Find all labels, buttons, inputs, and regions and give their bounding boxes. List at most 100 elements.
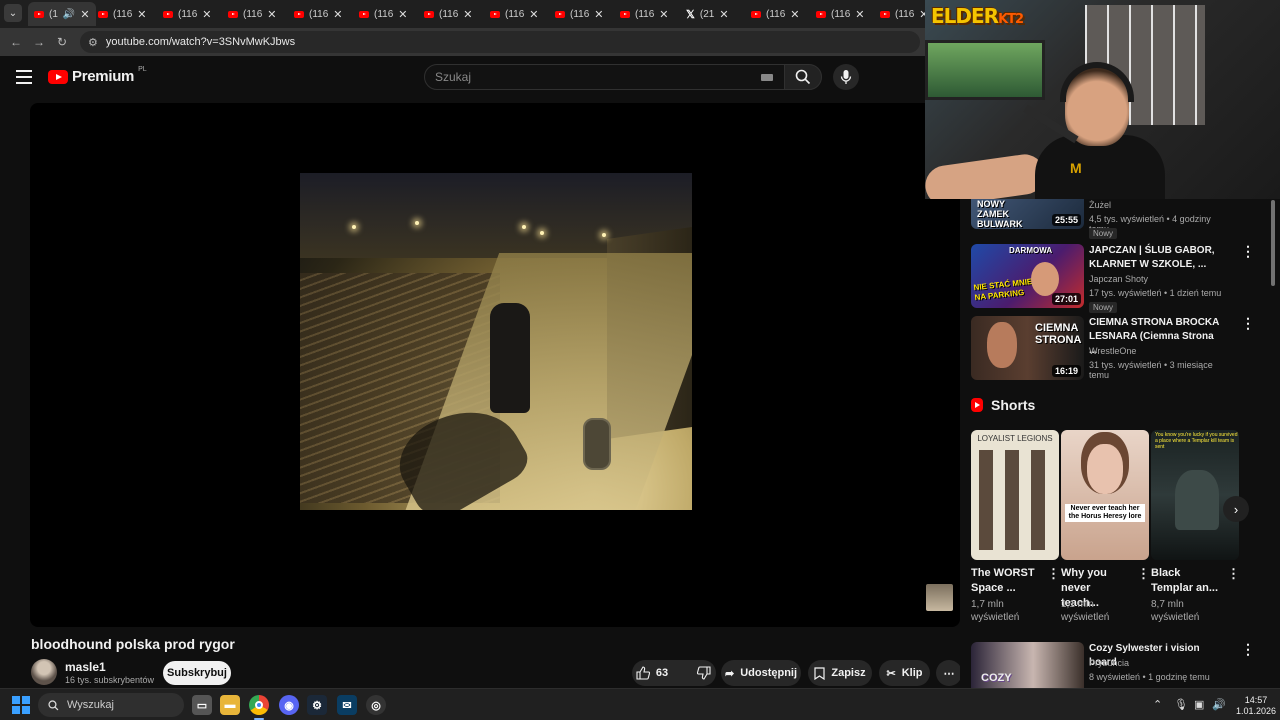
save-button[interactable]: Zapisz bbox=[808, 660, 872, 686]
video-thumbnail[interactable]: COZY bbox=[971, 642, 1084, 688]
site-info-icon[interactable]: ⚙ bbox=[88, 36, 98, 49]
thumbnail-face bbox=[1031, 262, 1059, 296]
more-vertical-icon[interactable]: ⋮ bbox=[1137, 567, 1150, 580]
discord-icon[interactable]: ◉ bbox=[279, 695, 299, 715]
close-tab-icon[interactable]: ✕ bbox=[790, 8, 799, 21]
video-meta: 8 wyświetleń • 1 godzinę temu bbox=[1089, 672, 1210, 682]
short-card[interactable]: You know you're lucky if you survived a … bbox=[1151, 430, 1240, 630]
more-vertical-icon[interactable]: ⋮ bbox=[1227, 567, 1240, 580]
short-title[interactable]: Black Templar an... bbox=[1151, 566, 1221, 596]
short-thumbnail[interactable]: Never ever teach her the Horus Heresy lo… bbox=[1061, 430, 1149, 560]
windows-start-icon[interactable] bbox=[12, 696, 30, 714]
close-tab-icon[interactable]: ✕ bbox=[594, 8, 603, 21]
chevron-up-icon[interactable]: ⌃ bbox=[1153, 698, 1162, 711]
voice-search-button[interactable] bbox=[833, 64, 859, 90]
mail-icon[interactable]: ✉ bbox=[337, 695, 357, 715]
browser-tab[interactable]: (116 ✕ bbox=[484, 2, 545, 26]
thumbnail-figures bbox=[1175, 470, 1219, 530]
video-thumbnail[interactable]: DARMOWA NIE STAĆ MNIE NA PARKING 27:01 bbox=[971, 244, 1084, 308]
close-tab-icon[interactable]: ✕ bbox=[855, 8, 864, 21]
keyboard-icon[interactable] bbox=[761, 74, 773, 81]
close-tab-icon[interactable]: ✕ bbox=[529, 8, 538, 21]
short-thumbnail[interactable]: LOYALIST LEGIONS bbox=[971, 430, 1059, 560]
steam-helper-icon[interactable]: ◎ bbox=[366, 695, 386, 715]
channel-name[interactable]: masle1 bbox=[65, 660, 106, 674]
list-item[interactable]: COZY Cozy Sylwester i vision board Prybu… bbox=[971, 642, 1255, 688]
video-title[interactable]: JAPCZAN | ŚLUB GABOR, KLARNET W SZKOLE, … bbox=[1089, 244, 1221, 272]
search-button[interactable] bbox=[784, 64, 822, 90]
browser-tab[interactable]: (116 ✕ bbox=[549, 2, 610, 26]
task-view-icon[interactable]: ▭ bbox=[192, 695, 212, 715]
clip-button[interactable]: ✂ Klip bbox=[879, 660, 930, 686]
menu-icon[interactable] bbox=[16, 70, 32, 84]
video-frame[interactable] bbox=[300, 173, 692, 510]
more-vertical-icon[interactable]: ⋮ bbox=[1241, 642, 1255, 661]
more-vertical-icon[interactable]: ⋮ bbox=[1241, 244, 1255, 263]
short-card[interactable]: Never ever teach her the Horus Heresy lo… bbox=[1061, 430, 1150, 630]
list-item[interactable]: DARMOWA NIE STAĆ MNIE NA PARKING 27:01 J… bbox=[971, 244, 1255, 314]
volume-icon[interactable]: 🔊 bbox=[1212, 698, 1226, 711]
youtube-icon bbox=[555, 10, 565, 18]
channel-watermark[interactable] bbox=[926, 584, 953, 611]
chevron-right-icon[interactable]: › bbox=[1223, 496, 1249, 522]
microphone-icon[interactable]: 🎙 bbox=[1174, 698, 1188, 711]
video-channel[interactable]: Japczan Shoty bbox=[1089, 274, 1148, 284]
browser-tab[interactable]: (116 ✕ bbox=[745, 2, 806, 26]
network-icon[interactable]: ▣ bbox=[1194, 698, 1204, 711]
browser-tab[interactable]: (116 ✕ bbox=[418, 2, 479, 26]
address-bar[interactable]: ⚙ youtube.com/watch?v=3SNvMwKJbws bbox=[80, 31, 920, 53]
browser-tab[interactable]: (116 ✕ bbox=[288, 2, 349, 26]
more-vertical-icon[interactable]: ⋮ bbox=[1047, 567, 1060, 580]
short-thumbnail[interactable]: You know you're lucky if you survived a … bbox=[1151, 430, 1239, 560]
browser-tab[interactable]: (1 🔊 ✕ bbox=[28, 2, 96, 26]
taskbar-search[interactable]: Wyszukaj bbox=[38, 693, 184, 717]
tab-title: (116 bbox=[635, 8, 655, 20]
close-tab-icon[interactable]: ✕ bbox=[398, 8, 407, 21]
steam-icon[interactable]: ⚙ bbox=[307, 695, 327, 715]
share-button[interactable]: ➦ Udostępnij bbox=[721, 660, 801, 686]
browser-tab[interactable]: (116 ✕ bbox=[353, 2, 414, 26]
search-input[interactable]: Szukaj bbox=[424, 64, 786, 90]
close-tab-icon[interactable]: ✕ bbox=[333, 8, 342, 21]
forward-icon[interactable]: → bbox=[31, 34, 47, 50]
browser-tab[interactable]: (116 ✕ bbox=[222, 2, 283, 26]
close-tab-icon[interactable]: ✕ bbox=[719, 8, 728, 21]
close-tab-icon[interactable]: ✕ bbox=[80, 8, 89, 21]
mute-icon[interactable]: 🔊 bbox=[63, 9, 75, 20]
close-tab-icon[interactable]: ✕ bbox=[659, 8, 668, 21]
scissors-icon: ✂ bbox=[886, 667, 896, 680]
tab-title: (116 bbox=[178, 8, 198, 20]
subscribe-button[interactable]: Subskrybuj bbox=[163, 661, 231, 685]
video-channel[interactable]: Żużel bbox=[1089, 200, 1111, 210]
reload-icon[interactable]: ↻ bbox=[54, 34, 70, 50]
back-icon[interactable]: ← bbox=[8, 34, 24, 50]
browser-tab[interactable]: (116 ✕ bbox=[810, 2, 871, 26]
youtube-premium-logo[interactable]: Premium PL bbox=[48, 66, 147, 85]
browser-tab[interactable]: (116 ✕ bbox=[92, 2, 153, 26]
folder-icon[interactable]: ▬ bbox=[220, 695, 240, 715]
dislike-button[interactable] bbox=[688, 666, 720, 680]
short-title[interactable]: The WORST Space ... bbox=[971, 566, 1041, 596]
close-tab-icon[interactable]: ✕ bbox=[267, 8, 276, 21]
video-channel[interactable]: Prybuncia bbox=[1089, 658, 1129, 668]
video-thumbnail[interactable]: CIEMNA STRONA 16:19 bbox=[971, 316, 1084, 380]
video-channel[interactable]: WrestleOne bbox=[1089, 346, 1136, 356]
browser-tab[interactable]: (116 ✕ bbox=[157, 2, 218, 26]
subscriber-count: 16 tys. subskrybentów bbox=[65, 675, 155, 685]
tab-search-button[interactable]: ⌄ bbox=[4, 4, 22, 22]
list-item[interactable]: CIEMNA STRONA 16:19 CIEMNA STRONA BROCKA… bbox=[971, 316, 1255, 386]
video-player[interactable] bbox=[30, 103, 960, 627]
taskbar-clock[interactable]: 14:57 1.01.2026 bbox=[1232, 695, 1280, 717]
close-tab-icon[interactable]: ✕ bbox=[463, 8, 472, 21]
avatar[interactable] bbox=[31, 659, 57, 685]
short-card[interactable]: LOYALIST LEGIONS The WORST Space ... ⋮ 1… bbox=[971, 430, 1060, 630]
close-tab-icon[interactable]: ✕ bbox=[137, 8, 146, 21]
browser-tab[interactable]: (116 ✕ bbox=[614, 2, 675, 26]
scrollbar[interactable] bbox=[1271, 200, 1275, 286]
browser-tab[interactable]: 𝕏 (21 ✕ bbox=[680, 2, 735, 26]
chrome-icon[interactable] bbox=[249, 695, 269, 715]
close-tab-icon[interactable]: ✕ bbox=[202, 8, 211, 21]
more-actions-button[interactable]: ⋯ bbox=[936, 660, 962, 686]
more-vertical-icon[interactable]: ⋮ bbox=[1241, 316, 1255, 335]
like-button[interactable]: 63 bbox=[628, 666, 676, 680]
